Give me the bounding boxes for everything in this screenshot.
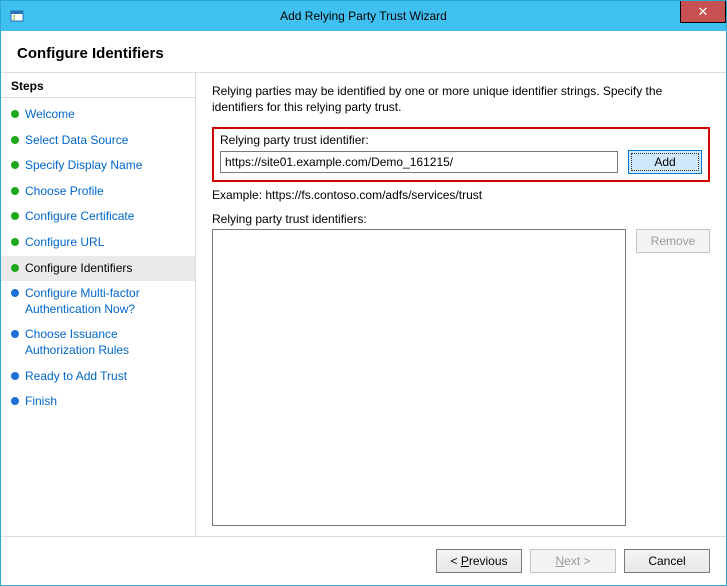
step-item[interactable]: Welcome (1, 102, 195, 128)
step-label: Welcome (25, 107, 75, 123)
step-bullet-icon (11, 330, 19, 338)
step-bullet-icon (11, 264, 19, 272)
step-bullet-icon (11, 238, 19, 246)
example-text: Example: https://fs.contoso.com/adfs/ser… (212, 188, 710, 202)
previous-button[interactable]: < Previous (436, 549, 522, 573)
step-label: Select Data Source (25, 133, 128, 149)
step-item[interactable]: Ready to Add Trust (1, 364, 195, 390)
identifiers-listbox[interactable] (212, 229, 626, 526)
identifiers-row: Remove (212, 229, 710, 526)
wizard-window: Add Relying Party Trust Wizard ✕ Configu… (0, 0, 727, 586)
step-item[interactable]: Configure Certificate (1, 204, 195, 230)
list-actions: Remove (636, 229, 710, 526)
intro-text: Relying parties may be identified by one… (212, 83, 710, 115)
step-bullet-icon (11, 397, 19, 405)
step-label: Finish (25, 394, 57, 410)
step-item[interactable]: Select Data Source (1, 128, 195, 154)
step-item[interactable]: Choose Issuance Authorization Rules (1, 322, 195, 363)
step-item[interactable]: Specify Display Name (1, 153, 195, 179)
identifiers-list-label: Relying party trust identifiers: (212, 212, 710, 226)
step-item: Configure Identifiers (1, 256, 195, 282)
close-button[interactable]: ✕ (680, 1, 726, 23)
close-icon: ✕ (698, 4, 709, 20)
identifier-label: Relying party trust identifier: (220, 133, 702, 147)
identifier-row: Add (220, 150, 702, 174)
cancel-button[interactable]: Cancel (624, 549, 710, 573)
step-bullet-icon (11, 212, 19, 220)
remove-button[interactable]: Remove (636, 229, 710, 253)
identifier-input[interactable] (220, 151, 618, 173)
step-label: Configure URL (25, 235, 104, 251)
step-item[interactable]: Choose Profile (1, 179, 195, 205)
step-bullet-icon (11, 161, 19, 169)
step-label: Specify Display Name (25, 158, 142, 174)
steps-sidebar: Steps Welcome Select Data Source Specify D… (1, 73, 196, 536)
window-title: Add Relying Party Trust Wizard (1, 9, 726, 23)
step-item[interactable]: Finish (1, 389, 195, 415)
step-label: Choose Issuance Authorization Rules (25, 327, 185, 358)
step-label: Configure Multi-factor Authentication No… (25, 286, 185, 317)
next-button[interactable]: Next > (530, 549, 616, 573)
step-label: Configure Certificate (25, 209, 134, 225)
step-bullet-icon (11, 136, 19, 144)
step-item[interactable]: Configure Multi-factor Authentication No… (1, 281, 195, 322)
identifier-highlight: Relying party trust identifier: Add (212, 127, 710, 182)
step-label: Configure Identifiers (25, 261, 132, 277)
step-bullet-icon (11, 187, 19, 195)
wizard-footer: < Previous Next > Cancel (1, 536, 726, 585)
step-label: Choose Profile (25, 184, 104, 200)
titlebar: Add Relying Party Trust Wizard ✕ (1, 1, 726, 31)
step-bullet-icon (11, 372, 19, 380)
step-bullet-icon (11, 289, 19, 297)
steps-list: Welcome Select Data Source Specify Display… (1, 98, 195, 419)
step-item[interactable]: Configure URL (1, 230, 195, 256)
steps-header: Steps (1, 73, 195, 98)
add-button[interactable]: Add (628, 150, 702, 174)
step-bullet-icon (11, 110, 19, 118)
page-heading: Configure Identifiers (1, 31, 726, 73)
main-panel: Relying parties may be identified by one… (196, 73, 726, 536)
step-label: Ready to Add Trust (25, 369, 127, 385)
wizard-body: Steps Welcome Select Data Source Specify D… (1, 73, 726, 536)
